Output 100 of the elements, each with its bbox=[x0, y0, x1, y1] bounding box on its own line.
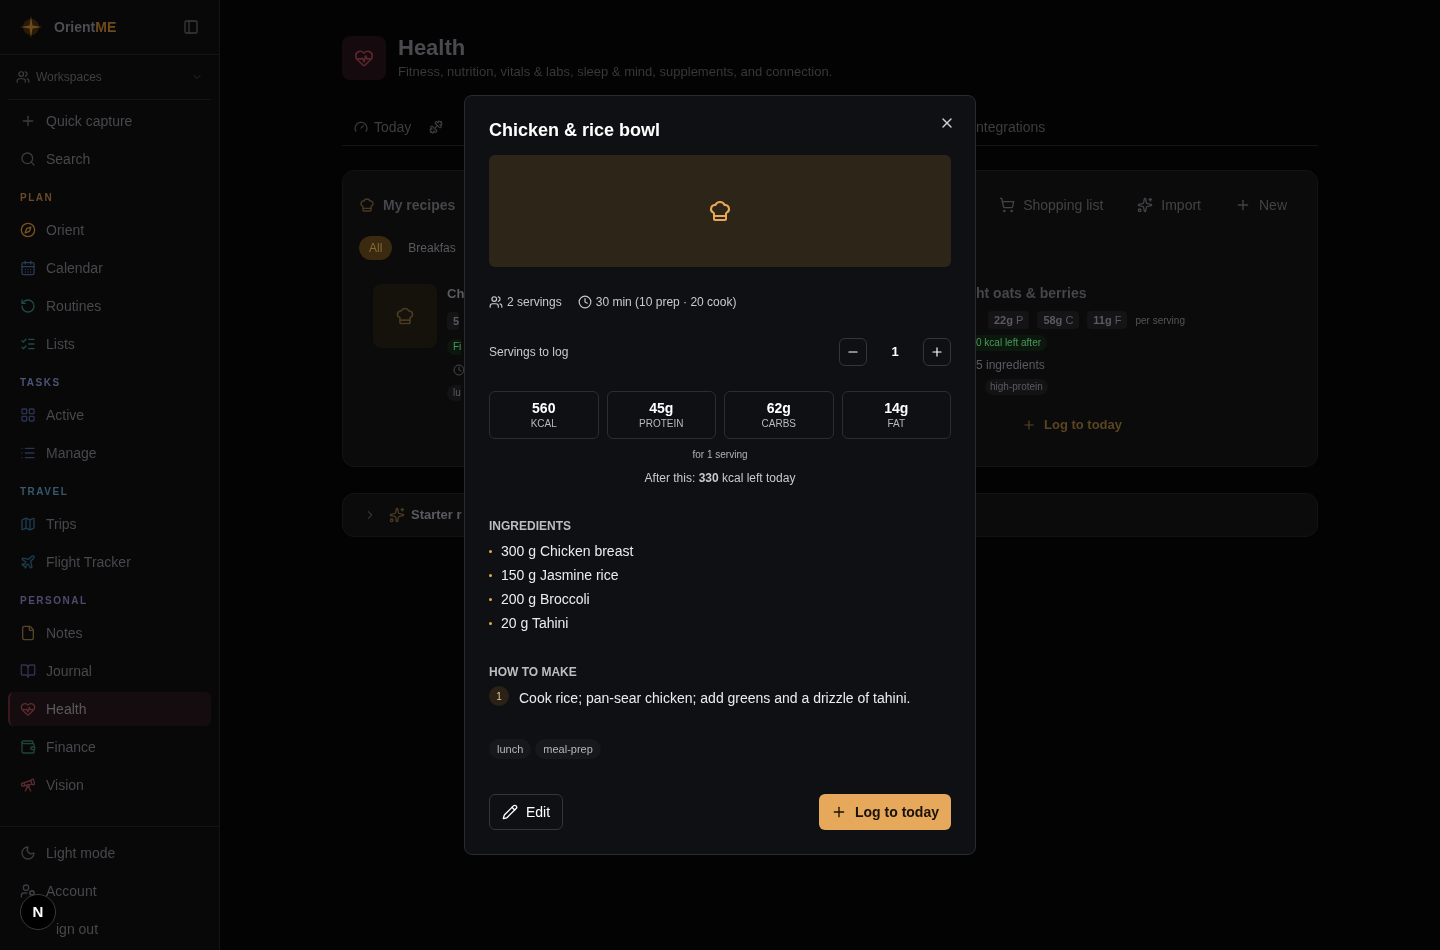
sidebar-item[interactable]: Finance bbox=[8, 730, 211, 764]
macro-value: 560 bbox=[532, 399, 556, 417]
ingredient: 20 g Tahini bbox=[501, 613, 569, 633]
edit-button[interactable]: Edit bbox=[489, 794, 564, 830]
macros-note: for 1 serving bbox=[691, 448, 749, 462]
sidebar-item[interactable]: Notes bbox=[8, 616, 211, 650]
macro-chip: 58g C bbox=[1037, 311, 1080, 329]
sidebar-item[interactable]: Calendar bbox=[8, 251, 211, 285]
sidebar-item[interactable]: Lists bbox=[8, 327, 211, 361]
chef-hat-icon bbox=[395, 306, 415, 326]
heart-pulse-icon bbox=[354, 48, 374, 68]
log-to-today-button[interactable]: Log to today bbox=[1022, 415, 1122, 435]
filter-chip[interactable]: Breakfas bbox=[398, 236, 466, 260]
sidebar-item[interactable]: Manage bbox=[8, 436, 211, 470]
sidebar-item[interactable]: Journal bbox=[8, 654, 211, 688]
log-to-today-button[interactable]: Log to today bbox=[819, 794, 951, 830]
card-title: My recipes bbox=[383, 195, 456, 215]
bullet-icon bbox=[489, 549, 492, 553]
page-subtitle: Fitness, nutrition, vitals & labs, sleep & mind, supplements, and connection. bbox=[398, 63, 833, 81]
plus-icon bbox=[930, 345, 944, 359]
users-icon bbox=[489, 295, 503, 309]
plus-icon bbox=[831, 804, 847, 820]
cart-icon bbox=[999, 197, 1016, 213]
filter-chip[interactable]: All bbox=[359, 236, 393, 260]
per-serving-label: per serving bbox=[1135, 313, 1185, 328]
increase-button[interactable] bbox=[923, 338, 951, 366]
status-badge: 0 kcal left after bbox=[976, 335, 1048, 351]
sidebar-item[interactable]: Vision bbox=[8, 768, 211, 802]
section-label: PLAN bbox=[20, 192, 55, 204]
recipe-title: Ch bbox=[447, 285, 465, 303]
sidebar-item[interactable]: Active bbox=[8, 398, 211, 432]
bullet-icon bbox=[489, 597, 492, 601]
sidebar-item[interactable]: Routines bbox=[8, 289, 211, 323]
servings-info: 2 servings bbox=[489, 293, 562, 311]
time-info: 30 min (10 prep · 20 cook) bbox=[577, 293, 737, 311]
recipe-title: ht oats & berries bbox=[976, 284, 1088, 302]
section-title: Starter r bbox=[411, 506, 462, 525]
tag: lu bbox=[447, 385, 461, 401]
remaining-kcal-text: After this: 330 kcal left today bbox=[643, 470, 797, 487]
macro-label: FAT bbox=[887, 417, 906, 431]
clock-icon bbox=[453, 364, 465, 376]
section-label: TASKS bbox=[20, 377, 62, 389]
page-title: Health bbox=[398, 34, 467, 62]
macro-value: 62g bbox=[766, 399, 791, 417]
sparkles-icon bbox=[389, 507, 405, 523]
gauge-icon bbox=[354, 120, 368, 134]
ingredient: 200 g Broccoli bbox=[501, 589, 590, 609]
star-logo-icon bbox=[20, 16, 42, 38]
macro-label: CARBS bbox=[761, 417, 796, 431]
step-number: 1 bbox=[489, 686, 509, 706]
sidebar-action[interactable]: Quick capture bbox=[8, 104, 211, 138]
sidebar-item[interactable]: Flight Tracker bbox=[8, 545, 211, 579]
macro-chip: 22g P bbox=[988, 311, 1030, 329]
tab[interactable]: Today bbox=[354, 116, 412, 138]
chef-hat-icon bbox=[359, 197, 375, 213]
tag: meal-prep bbox=[535, 739, 601, 759]
user-settings-icon bbox=[20, 883, 36, 899]
sidebar-item[interactable]: Trips bbox=[8, 507, 211, 541]
plus-icon bbox=[1235, 197, 1251, 213]
search-icon bbox=[20, 151, 36, 167]
sidebar-item[interactable]: Health bbox=[8, 692, 211, 726]
clock-icon bbox=[577, 295, 592, 309]
macro-value: 14g bbox=[884, 399, 909, 417]
ingredient: 300 g Chicken breast bbox=[501, 541, 634, 561]
sidebar-action[interactable]: Search bbox=[8, 142, 211, 176]
kcal-chip: 5 bbox=[447, 312, 460, 330]
section-label: TRAVEL bbox=[20, 486, 70, 498]
sidebar-footer-item[interactable]: Light mode bbox=[8, 836, 211, 870]
decrease-button[interactable] bbox=[839, 338, 867, 366]
tag: lunch bbox=[489, 739, 532, 759]
step-text: Cook rice; pan-sear chicken; add greens and a drizzle of tahini. bbox=[519, 689, 911, 708]
brand-name: OrientME bbox=[54, 17, 117, 37]
macro-label: KCAL bbox=[530, 417, 557, 431]
tag: high-protein bbox=[985, 379, 1048, 395]
users-icon bbox=[16, 70, 30, 84]
sparkles-icon bbox=[1137, 197, 1154, 213]
plus-icon bbox=[20, 113, 36, 129]
card-action-button[interactable]: New bbox=[1235, 194, 1287, 216]
moon-icon bbox=[20, 845, 36, 861]
servings-value: 1 bbox=[890, 343, 900, 362]
ingredient-count: 5 ingredients bbox=[976, 357, 1046, 373]
status-badge: Fi bbox=[447, 339, 462, 355]
pencil-icon bbox=[502, 804, 518, 820]
macro-label: PROTEIN bbox=[639, 417, 684, 431]
workspaces-dropdown[interactable]: Workspaces bbox=[8, 55, 211, 100]
card-action-button[interactable]: Import bbox=[1137, 194, 1201, 216]
section-heading: INGREDIENTS bbox=[489, 518, 572, 534]
card-action-button[interactable]: Shopping list bbox=[999, 194, 1104, 216]
macro-value: 45g bbox=[649, 399, 674, 417]
chef-hat-icon bbox=[708, 199, 732, 223]
section-heading: HOW TO MAKE bbox=[489, 664, 578, 680]
bullet-icon bbox=[489, 621, 492, 625]
bullet-icon bbox=[489, 573, 492, 577]
section-label: PERSONAL bbox=[20, 595, 89, 607]
plus-icon bbox=[1022, 417, 1036, 432]
dialog-title: Chicken & rice bowl bbox=[489, 119, 661, 142]
macro-chip: 11g F bbox=[1087, 311, 1128, 329]
tab[interactable]: ntegrations bbox=[976, 116, 1318, 138]
ingredient: 150 g Jasmine rice bbox=[501, 565, 619, 585]
sidebar-item[interactable]: Orient bbox=[8, 213, 211, 247]
